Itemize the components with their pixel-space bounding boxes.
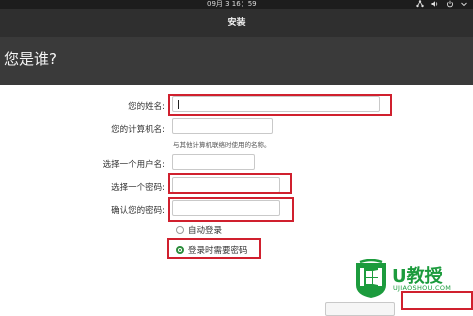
password-highlight-box <box>168 173 292 194</box>
computer-name-label: 您的计算机名: <box>111 125 165 135</box>
name-highlight-box <box>168 94 392 116</box>
auto-login-label: 自动登录 <box>188 226 223 236</box>
require-password-highlight-box <box>167 238 261 259</box>
network-icon[interactable] <box>416 0 424 8</box>
system-tray[interactable] <box>416 0 467 8</box>
window-title-bar: 安装 <box>0 9 473 37</box>
username-input[interactable] <box>172 154 255 170</box>
name-label: 您的姓名: <box>128 102 165 112</box>
watermark-logo-icon <box>356 259 386 298</box>
continue-highlight-box <box>401 291 473 310</box>
system-top-bar: 09月 3 16：59 <box>0 0 473 9</box>
auto-login-radio[interactable] <box>176 226 184 234</box>
confirm-password-label: 确认您的密码: <box>111 206 165 216</box>
volume-icon[interactable] <box>431 0 439 8</box>
confirm-highlight-box <box>168 197 294 222</box>
computer-name-hint: 与其他计算机联络时使用的名称。 <box>173 141 271 149</box>
power-icon[interactable] <box>446 0 454 8</box>
password-label: 选择一个密码: <box>111 183 165 193</box>
username-label: 选择一个用户名: <box>102 160 165 170</box>
window-title: 安装 <box>227 18 246 28</box>
clock[interactable]: 09月 3 16：59 <box>207 0 257 9</box>
auto-login-option[interactable]: 自动登录 <box>176 224 222 236</box>
page-header: 您是谁? <box>0 37 473 85</box>
watermark-domain: UJIAOSHOU.COM <box>393 284 452 292</box>
back-button[interactable] <box>325 302 395 316</box>
computer-name-input[interactable] <box>172 118 273 134</box>
menu-arrow-icon[interactable] <box>461 0 467 8</box>
page-title: 您是谁? <box>4 50 57 68</box>
